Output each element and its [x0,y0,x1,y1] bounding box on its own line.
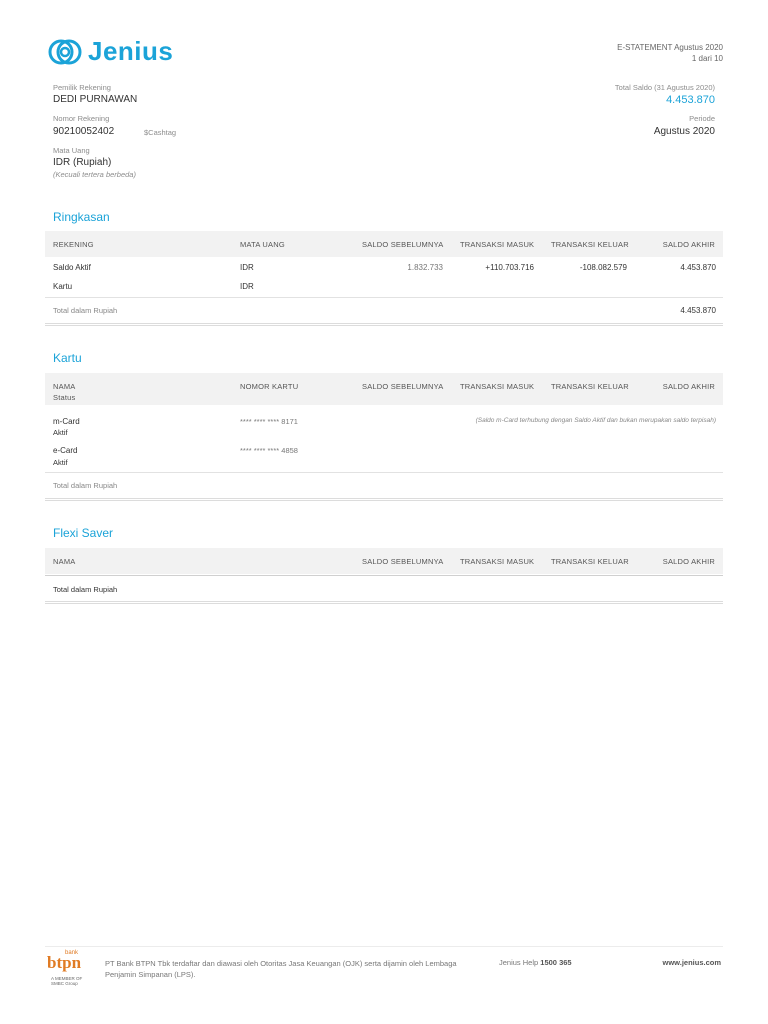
section-title-kartu: Kartu [53,351,82,365]
col-saldo-sebelumnya: SALDO SEBELUMNYA [362,382,444,391]
total-balance-label: Total Saldo (31 Agustus 2020) [614,83,715,92]
owner-name: DEDI PURNAWAN [53,94,138,105]
ringkasan-table-header: REKENING MATA UANG SALDO SEBELUMNYA TRAN… [45,231,723,257]
col-saldo-akhir: SALDO AKHIR [662,557,715,566]
flexi-total-label: Total dalam Rupiah [53,585,118,594]
currency-note: (Kecuali tertera berbeda) [53,170,136,179]
col-nama: NAMA [53,557,76,566]
row-currency: IDR [240,282,254,291]
section-end-rule [45,601,723,604]
account-number: 90210052402 [53,126,115,137]
col-transaksi-keluar: TRANSAKSI KELUAR [551,382,629,391]
footer-legal: PT Bank BTPN Tbk terdaftar dan diawasi o… [105,959,457,979]
col-saldo-sebelumnya: SALDO SEBELUMNYA [362,240,444,249]
card-number: **** **** **** 8171 [240,417,298,426]
ringkasan-total-label: Total dalam Rupiah [53,306,118,315]
statement-title: E-STATEMENT Agustus 2020 [617,43,723,52]
owner-label: Pemilik Rekening [53,83,111,92]
jenius-logo: Jenius [48,36,173,67]
col-rekening: REKENING [53,240,94,249]
website-link[interactable]: www.jenius.com [663,958,721,967]
row-end-balance: 4.453.870 [680,263,716,272]
divider [45,472,723,473]
account-number-label: Nomor Rekening [53,114,110,123]
currency-value: IDR (Rupiah) [53,157,112,168]
btpn-logo-text: btpn [47,953,82,972]
help-label: Jenius Help [499,958,539,967]
kartu-total-label: Total dalam Rupiah [53,481,118,490]
col-transaksi-masuk: TRANSAKSI MASUK [460,382,535,391]
col-saldo-akhir: SALDO AKHIR [662,382,715,391]
col-transaksi-masuk: TRANSAKSI MASUK [460,557,535,566]
card-status: Aktif [53,428,68,437]
divider [45,297,723,298]
col-transaksi-keluar: TRANSAKSI KELUAR [551,557,629,566]
col-transaksi-keluar: TRANSAKSI KELUAR [551,240,629,249]
total-balance: 4.453.870 [666,94,715,106]
period-label: Periode [689,114,715,123]
col-saldo-sebelumnya: SALDO SEBELUMNYA [362,557,444,566]
currency-label: Mata Uang [53,146,90,155]
col-transaksi-masuk: TRANSAKSI MASUK [460,240,535,249]
col-mata-uang: MATA UANG [240,240,285,249]
section-title-flexi-saver: Flexi Saver [53,526,114,540]
row-out: -108.082.579 [579,263,627,272]
footer-divider [45,946,723,947]
card-status: Aktif [53,458,68,467]
row-in: +110.703.716 [485,263,534,272]
row-name: Kartu [53,282,73,291]
section-title-ringkasan: Ringkasan [53,210,110,224]
divider [45,575,723,576]
card-name: e-Card [53,446,78,455]
col-nama: NAMA [53,382,76,391]
period-value: Agustus 2020 [653,126,715,137]
col-saldo-akhir: SALDO AKHIR [662,240,715,249]
card-note: (Saldo m-Card terhubung dengan Saldo Akt… [475,417,716,424]
row-currency: IDR [240,263,254,272]
col-nomor-kartu: NOMOR KARTU [240,382,299,391]
footer-help: Jenius Help 1500 365 [499,958,572,967]
help-number: 1500 365 [540,958,572,967]
flexi-table-header: NAMA SALDO SEBELUMNYA TRANSAKSI MASUK TR… [45,548,723,574]
row-name: Saldo Aktif [53,263,91,272]
card-name: m-Card [53,417,80,426]
jenius-logo-icon [48,39,82,64]
row-prev-balance: 1.832.733 [407,263,443,272]
statement-header: E-STATEMENT Agustus 2020 1 dari 10 [617,42,723,64]
brand-name: Jenius [88,36,174,66]
card-number: **** **** **** 4858 [240,446,298,455]
kartu-table-header: NAMA Status NOMOR KARTU SALDO SEBELUMNYA… [45,373,723,405]
page-indicator: 1 dari 10 [691,54,723,63]
section-end-rule [45,498,723,501]
col-status: Status [53,393,76,402]
cashtag: $Cashtag [144,128,177,137]
btpn-logo-sub: A MEMBER OF SMBC Group [51,976,83,986]
ringkasan-total: 4.453.870 [680,306,716,315]
btpn-logo: bank btpn A MEMBER OF SMBC Group [47,950,87,990]
section-end-rule [45,323,723,326]
